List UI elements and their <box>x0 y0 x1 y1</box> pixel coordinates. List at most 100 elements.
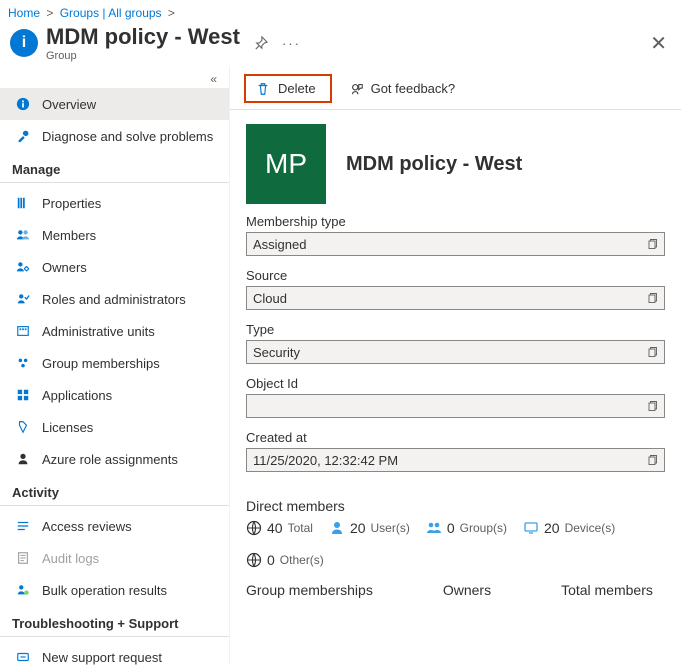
bottom-stats: Group memberships Owners Total members <box>230 568 681 598</box>
copy-icon[interactable] <box>640 454 658 466</box>
sidebar-item-diagnose[interactable]: Diagnose and solve problems <box>0 120 229 152</box>
stat-label: Device(s) <box>565 521 616 535</box>
feedback-label: Got feedback? <box>371 81 456 96</box>
page-subtitle: Group <box>46 50 240 62</box>
sidebar-heading-support: Troubleshooting + Support <box>0 606 229 637</box>
collapse-sidebar-icon[interactable]: « <box>0 72 229 88</box>
sidebar-item-audit-logs[interactable]: Audit logs <box>0 542 229 574</box>
delete-button[interactable]: Delete <box>244 74 332 103</box>
stat-users[interactable]: 20 User(s) <box>329 520 410 536</box>
sidebar-item-overview[interactable]: Overview <box>0 88 229 120</box>
sidebar-item-roles[interactable]: Roles and administrators <box>0 283 229 315</box>
sidebar-item-new-support[interactable]: New support request <box>0 641 229 665</box>
trash-icon <box>256 82 270 96</box>
breadcrumb-home[interactable]: Home <box>8 6 40 20</box>
breadcrumb: Home > Groups | All groups > <box>0 0 681 22</box>
bulk-results-icon <box>14 583 32 597</box>
more-icon[interactable]: ··· <box>282 36 301 51</box>
sidebar-item-licenses[interactable]: Licenses <box>0 411 229 443</box>
sidebar-item-members[interactable]: Members <box>0 219 229 251</box>
sidebar-item-label: New support request <box>42 650 162 665</box>
sidebar-item-label: Bulk operation results <box>42 583 167 598</box>
sidebar-item-label: Azure role assignments <box>42 452 178 467</box>
stat-total[interactable]: 40 Total <box>246 520 313 536</box>
feedback-button[interactable]: Got feedback? <box>350 81 456 96</box>
sidebar-item-label: Access reviews <box>42 519 132 534</box>
stat-label: Total <box>288 521 313 535</box>
sidebar-item-label: Audit logs <box>42 551 99 566</box>
admin-units-icon <box>14 324 32 338</box>
group-avatar: MP <box>246 124 326 204</box>
breadcrumb-groups[interactable]: Groups | All groups <box>60 6 162 20</box>
sidebar-item-azure-roles[interactable]: Azure role assignments <box>0 443 229 475</box>
stat-number: 40 <box>267 520 283 536</box>
field-value: Cloud <box>253 291 640 306</box>
globe-icon <box>246 552 262 568</box>
field-membership-type: Membership type Assigned <box>246 214 665 256</box>
sidebar-heading-activity: Activity <box>0 475 229 506</box>
field-type: Type Security <box>246 322 665 364</box>
copy-icon[interactable] <box>640 400 658 412</box>
owners-icon <box>14 260 32 274</box>
copy-icon[interactable] <box>640 346 658 358</box>
field-label: Object Id <box>246 376 665 391</box>
info-icon: i <box>10 29 38 57</box>
stat-label: Other(s) <box>280 553 324 567</box>
close-icon[interactable]: ✕ <box>646 27 671 60</box>
roles-icon <box>14 292 32 306</box>
info-circle-icon <box>14 97 32 111</box>
stat-others[interactable]: 0 Other(s) <box>246 552 324 568</box>
field-value-box: 11/25/2020, 12:32:42 PM <box>246 448 665 472</box>
pin-icon[interactable] <box>254 36 268 50</box>
sidebar-item-group-memberships[interactable]: Group memberships <box>0 347 229 379</box>
sidebar-heading-manage: Manage <box>0 152 229 183</box>
device-icon <box>523 520 539 536</box>
chevron-right-icon: > <box>43 6 56 20</box>
sidebar-item-applications[interactable]: Applications <box>0 379 229 411</box>
sidebar-item-label: Applications <box>42 388 112 403</box>
field-value-box: Security <box>246 340 665 364</box>
sidebar-item-administrative-units[interactable]: Administrative units <box>0 315 229 347</box>
audit-logs-icon <box>14 551 32 565</box>
content-pane: Delete Got feedback? MP MDM policy - Wes… <box>230 66 681 665</box>
members-icon <box>14 228 32 242</box>
sidebar-item-label: Members <box>42 228 96 243</box>
support-icon <box>14 650 32 664</box>
sidebar-item-owners[interactable]: Owners <box>0 251 229 283</box>
sidebar-item-properties[interactable]: Properties <box>0 187 229 219</box>
stat-number: 0 <box>447 520 455 536</box>
copy-icon[interactable] <box>640 238 658 250</box>
sidebar-item-label: Overview <box>42 97 96 112</box>
object-header: MP MDM policy - West <box>230 110 681 214</box>
sidebar-item-access-reviews[interactable]: Access reviews <box>0 510 229 542</box>
delete-button-label: Delete <box>278 81 316 96</box>
globe-icon <box>246 520 262 536</box>
field-created-at: Created at 11/25/2020, 12:32:42 PM <box>246 430 665 472</box>
fields: Membership type Assigned Source Cloud <box>230 214 681 472</box>
field-label: Type <box>246 322 665 337</box>
applications-icon <box>14 388 32 402</box>
field-label: Source <box>246 268 665 283</box>
field-value: Assigned <box>253 237 640 252</box>
sidebar-item-label: Administrative units <box>42 324 155 339</box>
feedback-icon <box>350 82 364 96</box>
user-icon <box>329 520 345 536</box>
page-title: MDM policy - West <box>46 24 240 50</box>
stat-devices[interactable]: 20 Device(s) <box>523 520 615 536</box>
chevron-right-icon: > <box>165 6 178 20</box>
group-memberships-icon <box>14 356 32 370</box>
stat-total-members-heading: Total members <box>561 582 653 598</box>
stat-group-memberships-heading: Group memberships <box>246 582 373 598</box>
copy-icon[interactable] <box>640 292 658 304</box>
stat-label: User(s) <box>371 521 410 535</box>
field-value-box <box>246 394 665 418</box>
field-label: Created at <box>246 430 665 445</box>
stat-groups[interactable]: 0 Group(s) <box>426 520 507 536</box>
access-reviews-icon <box>14 519 32 533</box>
field-object-id: Object Id <box>246 376 665 418</box>
sidebar-item-bulk-results[interactable]: Bulk operation results <box>0 574 229 606</box>
stat-number: 20 <box>350 520 366 536</box>
field-source: Source Cloud <box>246 268 665 310</box>
direct-members-heading: Direct members <box>230 484 681 520</box>
field-value: 11/25/2020, 12:32:42 PM <box>253 453 640 468</box>
